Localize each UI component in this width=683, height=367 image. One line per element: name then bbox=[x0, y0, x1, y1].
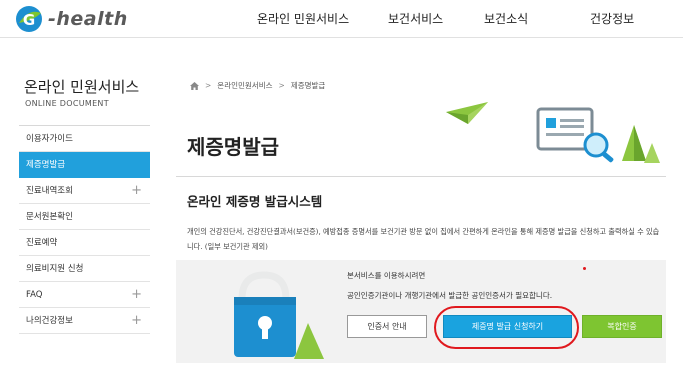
plus-icon[interactable]: + bbox=[131, 282, 142, 307]
site-header: G -health 온라인 민원서비스 보건서비스 보건소식 건강정보 bbox=[0, 0, 683, 38]
sidebar-item-label: 제증명발급 bbox=[26, 160, 66, 170]
breadcrumb-item-online-service[interactable]: 온라인민원서비스 bbox=[217, 80, 272, 91]
joint-authentication-button[interactable]: 복합인증 bbox=[582, 315, 662, 338]
sidebar-item-faq[interactable]: FAQ + bbox=[19, 282, 150, 308]
nav-item-health-news[interactable]: 보건소식 bbox=[484, 10, 528, 27]
section-title: 온라인 제증명 발급시스템 bbox=[187, 194, 323, 209]
notice-line-2: 공인인증기관이나 개행기관에서 발급한 공인인증서가 필요합니다. bbox=[347, 291, 553, 300]
main-nav: 온라인 민원서비스 보건서비스 보건소식 건강정보 bbox=[0, 0, 683, 38]
sidebar-item-label: 의료비지원 신청 bbox=[26, 264, 84, 274]
sidebar-menu: 이용자가이드 제증명발급 진료내역조회 + 문서원본확인 진료예약 의료비지원 신… bbox=[19, 125, 150, 334]
section-description: 개인의 건강진단서, 건강진단결과서(보건증), 예방접종 증명서를 보건기관 … bbox=[187, 227, 660, 251]
plus-icon[interactable]: + bbox=[131, 308, 142, 333]
plus-icon[interactable]: + bbox=[131, 178, 142, 203]
document-search-illustration bbox=[534, 103, 666, 167]
nav-item-health-service[interactable]: 보건서비스 bbox=[388, 10, 443, 27]
sidebar-item-medical-support[interactable]: 의료비지원 신청 bbox=[19, 256, 150, 282]
certificate-guide-button[interactable]: 인증서 안내 bbox=[347, 315, 427, 338]
sidebar-item-label: 진료내역조회 bbox=[26, 186, 73, 196]
lock-illustration bbox=[228, 267, 324, 359]
sidebar-item-document-verify[interactable]: 문서원본확인 bbox=[19, 204, 150, 230]
breadcrumb-separator: > bbox=[278, 81, 285, 90]
sidebar-item-label: 진료예약 bbox=[26, 238, 58, 248]
sidebar-item-label: 나의건강정보 bbox=[26, 316, 73, 326]
sidebar-title: 온라인 민원서비스 bbox=[24, 78, 140, 96]
sidebar-item-label: 문서원본확인 bbox=[26, 212, 73, 222]
title-divider bbox=[176, 176, 666, 177]
sidebar-item-user-guide[interactable]: 이용자가이드 bbox=[19, 126, 150, 152]
breadcrumb: > 온라인민원서비스 > 제증명발급 bbox=[190, 80, 325, 91]
annotation-dot bbox=[583, 267, 586, 270]
sidebar-subtitle: ONLINE DOCUMENT bbox=[25, 99, 109, 108]
notice-line-1: 본서비스를 이용하시려면 bbox=[347, 271, 426, 280]
page-title: 제증명발급 bbox=[187, 135, 279, 159]
sidebar-item-appointment[interactable]: 진료예약 bbox=[19, 230, 150, 256]
paper-plane-illustration bbox=[446, 102, 488, 128]
breadcrumb-item-certificate[interactable]: 제증명발급 bbox=[291, 80, 326, 91]
nav-item-health-info[interactable]: 건강정보 bbox=[590, 10, 634, 27]
sidebar-item-my-health[interactable]: 나의건강정보 + bbox=[19, 308, 150, 334]
home-icon[interactable] bbox=[190, 81, 199, 90]
sidebar-item-certificate-issue[interactable]: 제증명발급 bbox=[19, 152, 150, 178]
sidebar-item-treatment-history[interactable]: 진료내역조회 + bbox=[19, 178, 150, 204]
sidebar-item-label: 이용자가이드 bbox=[26, 134, 73, 144]
breadcrumb-separator: > bbox=[205, 81, 212, 90]
sidebar-item-label: FAQ bbox=[26, 290, 43, 300]
nav-item-online-service[interactable]: 온라인 민원서비스 bbox=[257, 10, 349, 27]
highlight-annotation bbox=[434, 306, 579, 349]
